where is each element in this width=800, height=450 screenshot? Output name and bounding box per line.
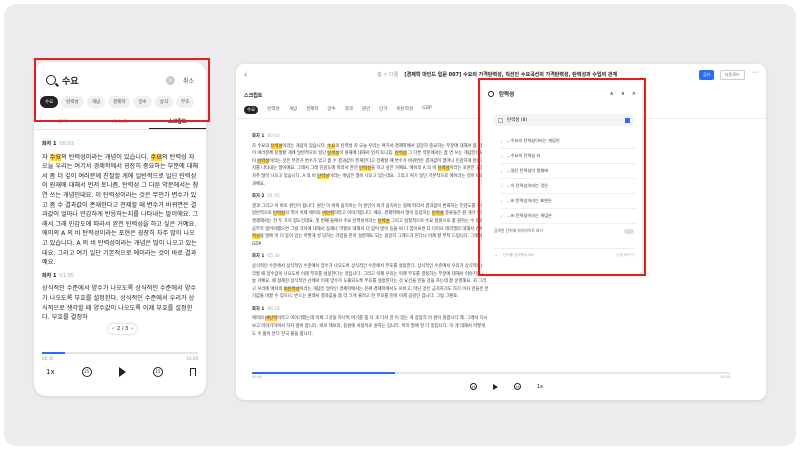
search-highlight: 탄력성 — [270, 143, 283, 149]
keyword-chip[interactable]: 수요 — [244, 106, 259, 114]
transcript-paragraph: 에이의 비탄력이라고 이야기했는데 이제 그것들 하나씩 여기를 좀 더 과 다… — [252, 316, 488, 337]
more-icon[interactable]: ⋯ — [752, 69, 758, 76]
keyword-chip[interactable]: 결과 — [345, 106, 353, 114]
speaker-header: 화자 2 01:05 — [252, 194, 280, 200]
mobile-player-controls: 1x 15 15 — [46, 367, 196, 377]
bookmark-icon[interactable] — [189, 368, 196, 376]
keyword-chip[interactable]: 비탄력성 — [397, 106, 414, 114]
keyword-chip[interactable]: 원인 — [362, 106, 370, 114]
result-counter: 2 / 3 — [117, 326, 129, 332]
keyword-chip[interactable]: 탄력성 — [267, 106, 279, 114]
speaker-header: 화자 1 00:03 — [252, 134, 280, 139]
desktop-transcript: 화자 1 00:03 자 수요의 탄력성이라는 개념이 있습니다. 수요의 탄력성… — [252, 128, 490, 338]
speaker-header: 화자 1 00:03 — [42, 141, 74, 147]
rewind-icon[interactable]: 15 — [81, 367, 92, 377]
transcript-paragraph: 상식적인 수준에서 양수가 나오도록 상식적인 수준에서 양수가 나오도록 부호… — [42, 285, 197, 322]
back-icon[interactable]: ‹ — [244, 70, 247, 79]
elapsed-time: 00:45 — [42, 356, 54, 361]
desktop-keyword-chips: 수요 탄력성 개념 경제학 양수 결과 원인 단가 비탄력성 GDP — [244, 106, 432, 114]
search-highlight: 탄력성 — [327, 151, 340, 157]
total-time: 10:20 — [719, 375, 730, 379]
annotation-box-mobile-search — [34, 58, 210, 122]
progress-fill — [252, 372, 396, 374]
transcript-paragraph: 결과 그리고 이 바로 원인이 됩니다. 원인 이 바뀌 움직이는 이 원인이 … — [252, 203, 489, 247]
desktop-times: 00:45 10:20 — [252, 375, 730, 379]
section-title: 스크립트 — [244, 93, 263, 99]
desktop-progress-bar[interactable] — [252, 372, 730, 374]
keyword-chip[interactable]: 양수 — [327, 106, 335, 114]
search-highlight: 탄력성 — [359, 166, 372, 172]
keyword-chip[interactable]: 개념 — [289, 106, 297, 114]
keyword-chip[interactable]: GDP — [422, 106, 432, 114]
progress-fill — [42, 352, 66, 354]
prev-result-button[interactable]: ‹ — [112, 326, 114, 332]
search-highlight: 비탄력 — [322, 211, 334, 217]
keyword-chip[interactable]: 경제학 — [306, 106, 318, 114]
search-highlight: 탄력성 — [377, 218, 390, 224]
search-highlight: 탄력성 — [431, 211, 444, 217]
search-highlight: 탄력성 — [437, 166, 450, 172]
speaker-header: 화자 1 05:30 — [252, 254, 280, 260]
search-highlight: 탄력성 — [317, 173, 330, 179]
play-icon[interactable] — [493, 383, 498, 390]
search-highlight: 탄력성 — [257, 158, 270, 164]
page-title: [경제학 마인드 입문 007] 수요의 가격탄력성, 직선인 수요곡선의 가격… — [404, 71, 618, 78]
transcript-paragraph: 자 수요의 탄력성이라는 개념이 있습니다. 수요의 탄력성 자 오늘 우리는 … — [42, 153, 199, 267]
transcript-paragraph: 자 수요의 탄력성이라는 개념이 있습니다. 수요의 탄력성 자 오늘 우리는 … — [252, 143, 490, 187]
mobile-times: 00:45 10:20 — [42, 356, 198, 361]
result-pager: ‹ 2 / 3 › — [108, 324, 138, 334]
next-result-button[interactable]: › — [131, 326, 133, 332]
speed-button[interactable]: 1x — [46, 368, 55, 376]
mobile-progress-bar[interactable] — [42, 352, 198, 354]
download-button[interactable]: 다운로드 — [720, 70, 745, 80]
speaker-header: 화자 1 06:18 — [252, 306, 280, 312]
screenshot-canvas: 수요 × 취소 수요 탄력성 개념 경제학 양수 상식 부호 요약 AI 노트 … — [4, 4, 796, 446]
rewind-icon[interactable]: 15 — [470, 383, 477, 390]
breadcrumb[interactable]: 홈 > 더롭 — [377, 71, 398, 78]
keyword-chip[interactable]: 단가 — [379, 106, 387, 114]
annotation-box-desktop-panel — [478, 78, 646, 276]
desktop-player-controls: 15 15 1x — [470, 383, 543, 390]
search-highlight: 수요 — [49, 153, 62, 161]
forward-icon[interactable]: 15 — [152, 367, 163, 377]
share-button[interactable]: 공유 — [699, 70, 715, 80]
search-highlight: 탄력성 — [394, 151, 407, 157]
search-highlight: 탄력성 — [273, 211, 285, 217]
speaker-header: 화자 1 01:05 — [42, 272, 74, 279]
search-highlight: 비탄력 — [265, 316, 278, 322]
play-icon[interactable] — [118, 367, 126, 377]
total-time: 10:20 — [186, 356, 198, 361]
search-highlight: 비탄력성 — [283, 286, 300, 292]
mobile-transcript: 화자 1 00:03 자 수요의 탄력성이라는 개념이 있습니다. 수요의 탄력성… — [42, 136, 200, 323]
transcript-paragraph: 상식적인 수준에서 상식적인 수준에서 양수가 나오도록 상식적인 수준에서 부… — [252, 263, 490, 300]
forward-icon[interactable]: 15 — [514, 383, 521, 390]
search-highlight: 수요 — [150, 153, 162, 161]
elapsed-time: 00:45 — [252, 375, 263, 379]
speed-button[interactable]: 1x — [537, 384, 543, 390]
